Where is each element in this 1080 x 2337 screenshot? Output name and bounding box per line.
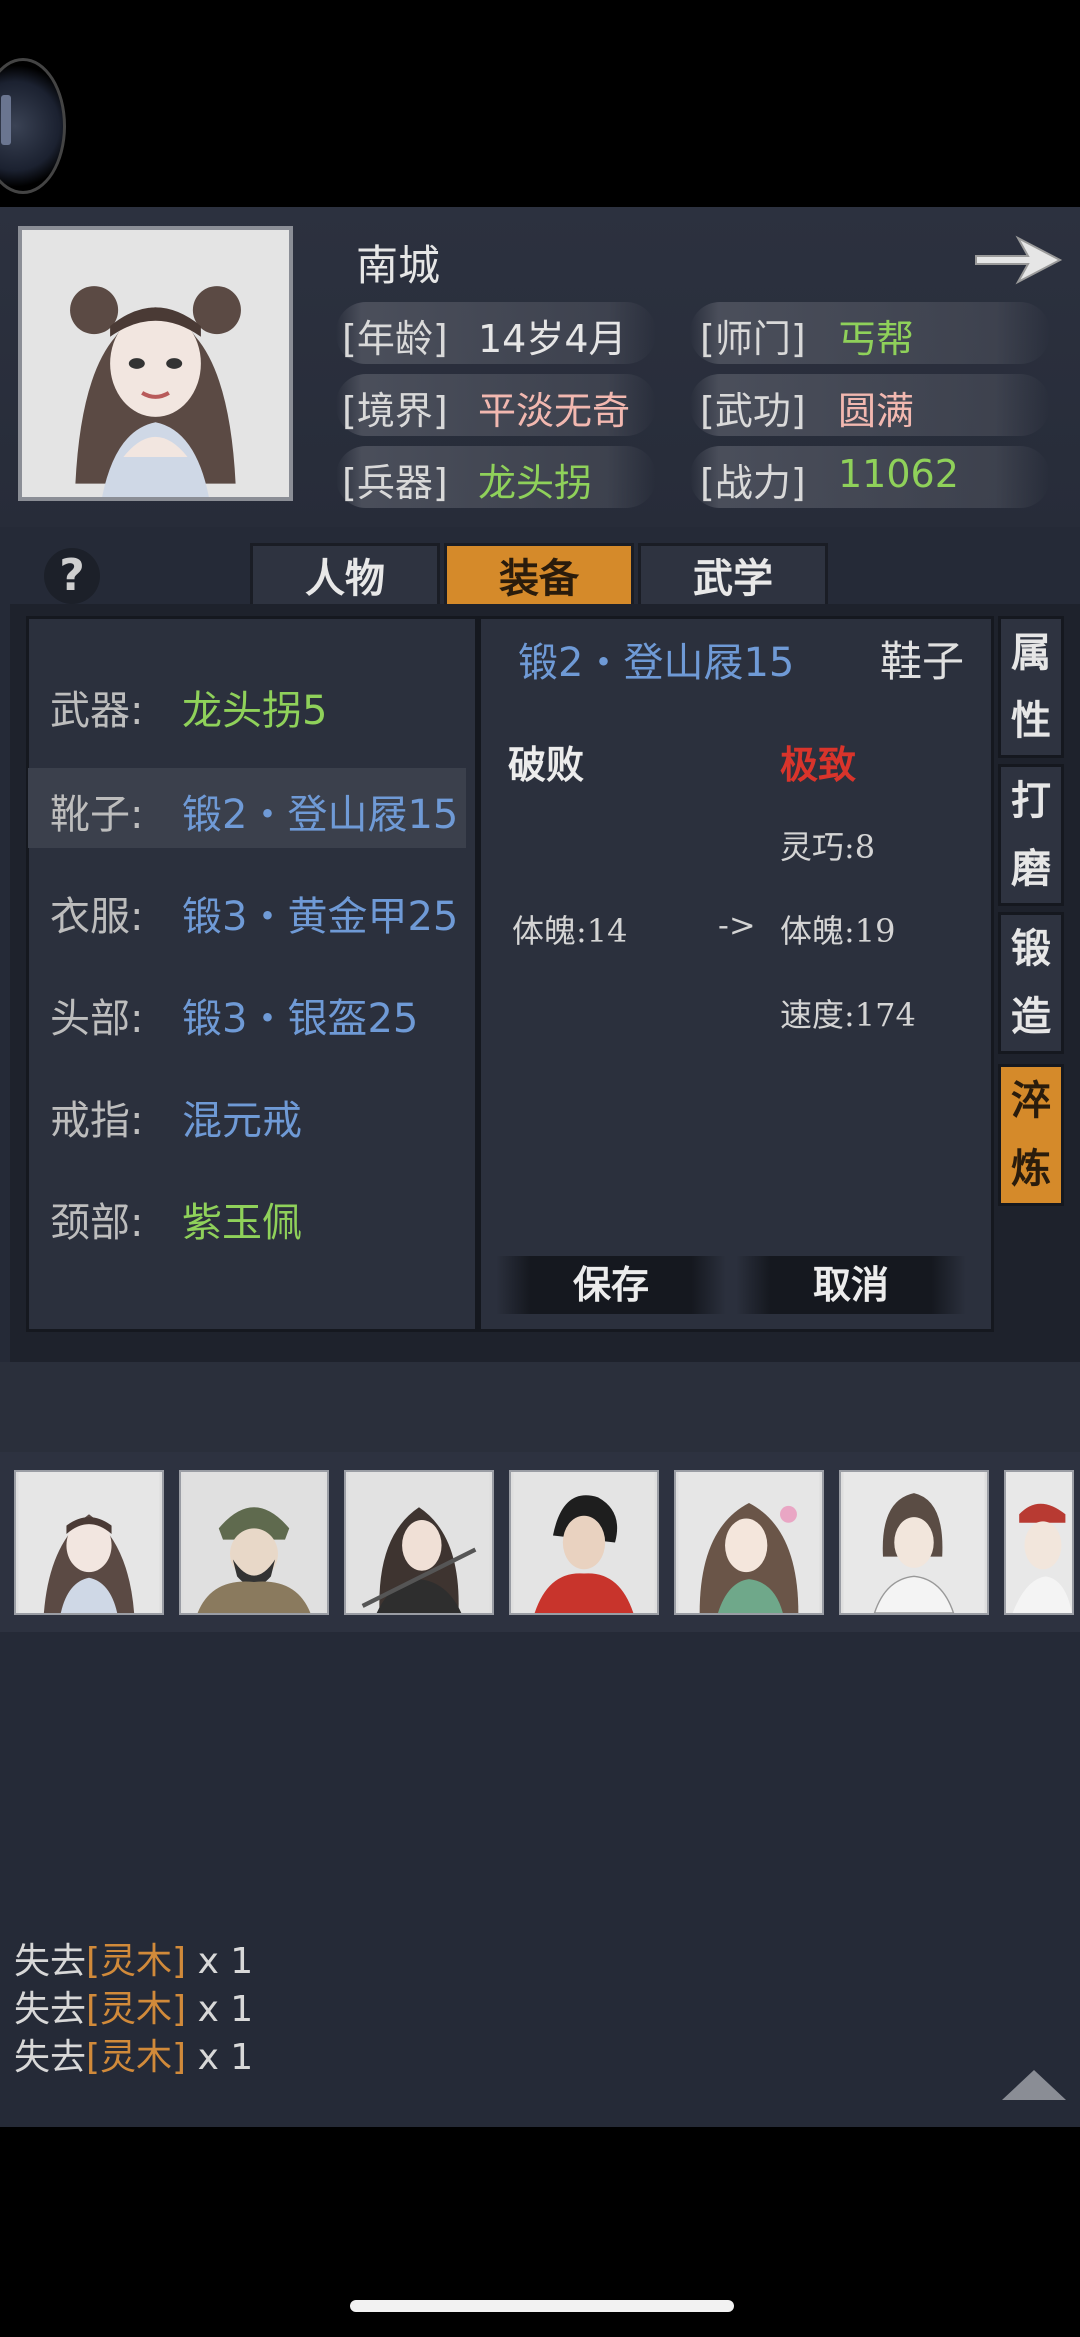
slot-neck[interactable]: 颈部: 紫玉佩 (28, 1176, 466, 1256)
sect-value: 丐帮 (838, 317, 915, 361)
weapon-label: [兵器] (342, 461, 448, 505)
roster-card[interactable] (1004, 1470, 1074, 1615)
portrait-lady-icon (678, 1472, 820, 1613)
portrait-youth-icon (1006, 1472, 1072, 1613)
log-item: [灵木] (86, 1941, 187, 1982)
side-tab-char: 锻 (1011, 925, 1051, 972)
roster-card[interactable] (674, 1470, 824, 1615)
power-label: [战力] (700, 461, 806, 505)
sect-label: [师门] (700, 317, 806, 361)
home-indicator[interactable] (350, 2300, 734, 2312)
portrait-scholar-icon (843, 1472, 985, 1613)
age-label: [年龄] (342, 317, 448, 361)
log-item: [灵木] (86, 1989, 187, 2030)
stat-agility-after: 灵巧:8 (780, 828, 876, 866)
age-value: 14岁4月 (478, 317, 627, 361)
slot-boots[interactable]: 靴子: 锻2・登山屐15 (28, 768, 466, 848)
tab-equipment[interactable]: 装备 (444, 543, 634, 609)
slot-value: 锻3・银盔25 (182, 996, 419, 1042)
portrait-girl-icon (22, 230, 289, 497)
scroll-up-triangle-icon[interactable] (1002, 2070, 1066, 2100)
side-tab-char: 造 (1011, 993, 1051, 1040)
side-tab-attributes[interactable]: 属 性 (998, 616, 1064, 758)
martial-value: 圆满 (838, 389, 915, 433)
arrow-right-icon (975, 235, 1063, 285)
top-bar (0, 0, 1080, 207)
roster-card[interactable] (14, 1470, 164, 1615)
side-tab-polish[interactable]: 打 磨 (998, 764, 1064, 906)
side-tab-char: 打 (1011, 777, 1051, 824)
log-item: [灵木] (86, 2037, 187, 2078)
slot-clothes[interactable]: 衣服: 锻3・黄金甲25 (28, 870, 466, 950)
side-tab-char: 性 (1011, 697, 1051, 744)
character-name: 南城 (356, 241, 441, 290)
roster-card[interactable] (509, 1470, 659, 1615)
slot-label: 头部: (50, 996, 144, 1042)
slot-value: 锻3・黄金甲25 (182, 894, 459, 940)
slot-value: 锻2・登山屐15 (182, 792, 459, 838)
next-arrow-button[interactable] (970, 230, 1066, 290)
stat-physique-after: 体魄:19 (780, 912, 896, 950)
slot-weapon[interactable]: 武器: 龙头拐5 (28, 664, 466, 744)
log-line: 失去[灵木] x 1 (14, 2028, 253, 2080)
roster-card[interactable] (179, 1470, 329, 1615)
portrait-soldier-icon (183, 1472, 325, 1613)
portrait-swordsman-icon (348, 1472, 490, 1613)
slot-label: 靴子: (50, 792, 144, 838)
help-button[interactable]: ? (44, 548, 100, 604)
log-prefix: 失去 (14, 2037, 87, 2078)
save-button[interactable]: 保存 (496, 1256, 726, 1314)
tab-martial-arts[interactable]: 武学 (638, 543, 828, 609)
tab-character[interactable]: 人物 (250, 543, 440, 609)
roster-card[interactable] (839, 1470, 989, 1615)
log-prefix: 失去 (14, 1941, 87, 1982)
slot-value: 紫玉佩 (182, 1200, 302, 1246)
slot-label: 武器: (50, 688, 144, 734)
log-qty: x 1 (197, 2037, 254, 2078)
log-qty: x 1 (197, 1941, 254, 1982)
log-line: 失去[灵木] x 1 (14, 1980, 253, 2032)
side-tab-char: 炼 (1011, 1145, 1051, 1192)
weapon-value: 龙头拐 (478, 461, 593, 505)
realm-label: [境界] (342, 389, 448, 433)
side-tab-char: 属 (1011, 629, 1051, 676)
slot-ring[interactable]: 戒指: 混元戒 (28, 1074, 466, 1154)
cancel-button[interactable]: 取消 (736, 1256, 966, 1314)
item-detail-panel (478, 616, 994, 1332)
character-portrait[interactable] (18, 226, 293, 501)
log-qty: x 1 (197, 1989, 254, 2030)
item-type: 鞋子 (880, 637, 965, 686)
slot-label: 颈部: (50, 1200, 144, 1246)
slot-label: 戒指: (50, 1098, 144, 1144)
power-value: 11062 (838, 452, 959, 496)
grade-after: 极致 (780, 742, 857, 787)
side-tab-forge[interactable]: 锻 造 (998, 912, 1064, 1054)
grade-before: 破败 (508, 742, 585, 787)
slot-head[interactable]: 头部: 锻3・银盔25 (28, 972, 466, 1052)
stat-arrow: -> (718, 906, 756, 944)
side-tab-refine[interactable]: 淬 炼 (998, 1064, 1064, 1206)
slot-label: 衣服: (50, 894, 144, 940)
slot-value: 混元戒 (182, 1098, 302, 1144)
divider (0, 1362, 1080, 1452)
portrait-warrior-icon (513, 1472, 655, 1613)
realm-value: 平淡无奇 (478, 389, 631, 433)
stat-physique-before: 体魄:14 (512, 912, 628, 950)
slot-value: 龙头拐5 (182, 688, 328, 734)
item-name: 锻2・登山屐15 (518, 640, 795, 686)
portrait-girl-icon (18, 1472, 160, 1613)
log-prefix: 失去 (14, 1989, 87, 2030)
martial-label: [武功] (700, 389, 806, 433)
side-tab-char: 淬 (1011, 1077, 1051, 1124)
side-tab-char: 磨 (1011, 845, 1051, 892)
log-line: 失去[灵木] x 1 (14, 1932, 253, 1984)
roster-card[interactable] (344, 1470, 494, 1615)
stat-speed-after: 速度:174 (780, 996, 916, 1034)
